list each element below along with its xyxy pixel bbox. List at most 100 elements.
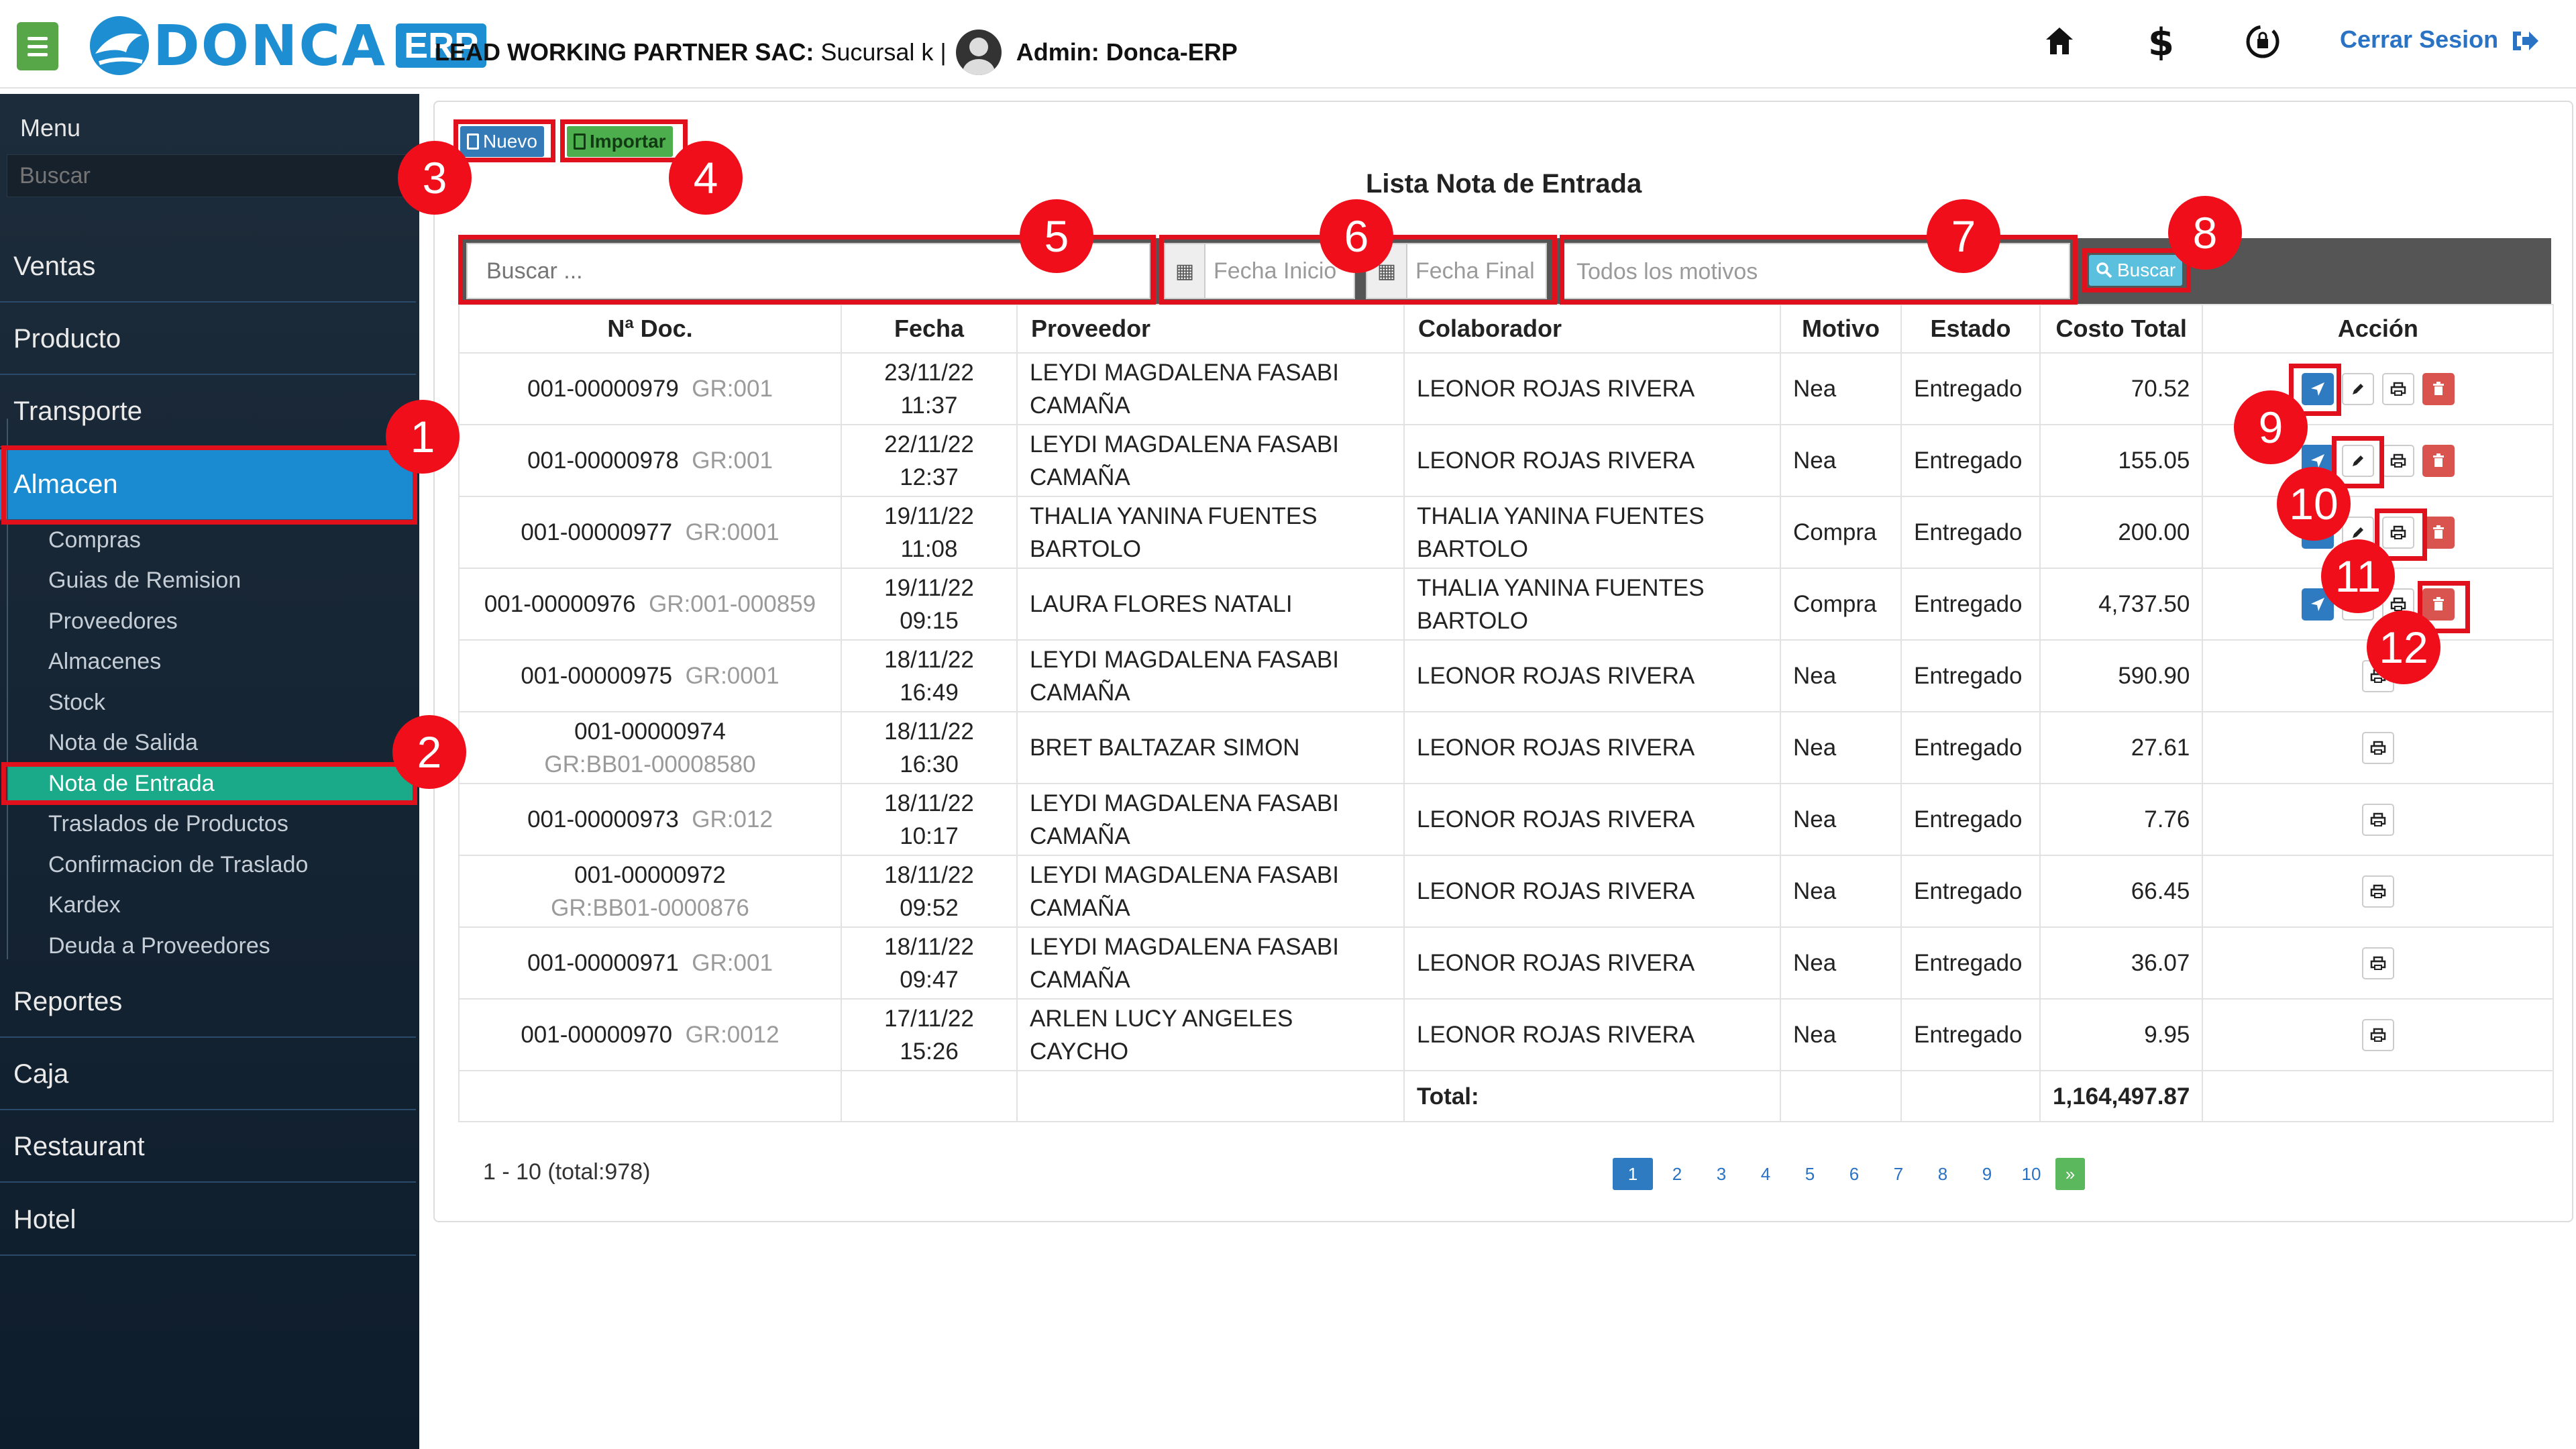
sidebar-search-input[interactable] [7, 154, 413, 197]
trash-icon[interactable] [2422, 444, 2455, 477]
print-icon[interactable] [2361, 1018, 2394, 1051]
col-header-fecha[interactable]: Fecha [841, 304, 1018, 354]
row-actions [2215, 875, 2540, 908]
page-button[interactable]: 3 [1701, 1158, 1741, 1190]
date: 19/11/22 [884, 574, 974, 601]
page-button[interactable]: 5 [1790, 1158, 1830, 1190]
sidebar-item-restaurant[interactable]: Restaurant [0, 1112, 416, 1183]
cell-costo-total: 590.90 [2039, 639, 2204, 712]
cell-proveedor: BRET BALTAZAR SIMON [1016, 711, 1405, 784]
table-row[interactable]: 001-00000974 GR:BB01-00008580 18/11/22 16:3… [458, 711, 2555, 784]
table-row[interactable]: 001-00000976 GR:001-000859 19/11/22 09:15 L… [458, 568, 2555, 641]
page-button[interactable]: 1 [1613, 1158, 1653, 1190]
cell-colaborador: LEONOR ROJAS RIVERA [1403, 711, 1781, 784]
next-page-button[interactable]: » [2055, 1158, 2085, 1190]
table-row[interactable]: 001-00000970 GR:0012 17/11/22 15:26 ARLEN L… [458, 998, 2555, 1071]
lock-refresh-icon[interactable] [2244, 23, 2282, 69]
submenu-stock[interactable]: Stock [48, 690, 105, 716]
page-button[interactable]: 7 [1878, 1158, 1919, 1190]
col-header-proveedor[interactable]: Proveedor [1016, 304, 1405, 354]
sidebar-item-hotel[interactable]: Hotel [0, 1185, 416, 1256]
cell-proveedor: LEYDI MAGDALENA FASABI CAMAÑA [1016, 783, 1405, 856]
avatar[interactable] [955, 30, 1002, 75]
table-row[interactable]: 001-00000975 GR:0001 18/11/22 16:49 LEYDI M… [458, 639, 2555, 712]
cell-fecha: 22/11/22 12:37 [841, 424, 1018, 497]
submenu-traslados[interactable]: Traslados de Productos [48, 811, 288, 837]
col-header-motivo[interactable]: Motivo [1780, 304, 1902, 354]
logout-label: Cerrar Sesion [2340, 25, 2499, 53]
cell-costo-total: 9.95 [2039, 998, 2204, 1071]
col-header-estado[interactable]: Estado [1900, 304, 2041, 354]
page-button[interactable]: 4 [1746, 1158, 1786, 1190]
cell-doc: 001-00000973 GR:012 [458, 783, 842, 856]
page-button[interactable]: 2 [1657, 1158, 1697, 1190]
cell-estado: Entregado [1900, 998, 2041, 1071]
sidebar-item-caja[interactable]: Caja [0, 1039, 416, 1110]
cell-costo-total: 66.45 [2039, 855, 2204, 928]
cell-estado: Entregado [1900, 855, 2041, 928]
col-header-colaborador[interactable]: Colaborador [1403, 304, 1781, 354]
print-icon[interactable] [2361, 803, 2394, 836]
cell-fecha: 18/11/22 16:30 [841, 711, 1018, 784]
submenu-proveedores[interactable]: Proveedores [48, 608, 178, 635]
doc-number: 001-00000976 [484, 591, 636, 617]
cell-fecha: 18/11/22 16:49 [841, 639, 1018, 712]
annotation-marker-12: 12 [2367, 610, 2440, 684]
cell-motivo: Nea [1780, 998, 1902, 1071]
cell-estado: Entregado [1900, 783, 2041, 856]
print-icon[interactable] [2361, 875, 2394, 908]
submenu-compras[interactable]: Compras [48, 527, 141, 553]
print-icon[interactable] [2381, 372, 2414, 405]
cell-doc: 001-00000974 GR:BB01-00008580 [458, 711, 842, 784]
page-button[interactable]: 10 [2011, 1158, 2051, 1190]
logout-button[interactable]: Cerrar Sesion [2340, 25, 2540, 54]
trash-icon[interactable] [2422, 516, 2455, 549]
table-row[interactable]: 001-00000972 GR:BB01-0000876 18/11/22 09:52… [458, 855, 2555, 928]
submenu-confirmacion-traslado[interactable]: Confirmacion de Traslado [48, 852, 308, 878]
date: 18/11/22 [884, 718, 974, 745]
cell-proveedor: THALIA YANINA FUENTES BARTOLO [1016, 496, 1405, 569]
submenu-guias-remision[interactable]: Guias de Remision [48, 568, 241, 594]
sidebar-item-ventas[interactable]: Ventas [0, 231, 416, 303]
time: 10:17 [900, 822, 959, 849]
dollar-icon[interactable]: $ [2147, 21, 2174, 69]
home-icon[interactable] [2045, 23, 2074, 66]
table-row[interactable]: 001-00000971 GR:001 18/11/22 09:47 LEYDI MA… [458, 926, 2555, 1000]
cell-doc: 001-00000971 GR:001 [458, 926, 842, 1000]
row-actions [2215, 803, 2540, 836]
submenu-nota-salida[interactable]: Nota de Salida [48, 730, 198, 756]
cell-accion [2202, 926, 2555, 1000]
doc-number: 001-00000978 [527, 447, 679, 474]
sidebar-item-reportes[interactable]: Reportes [0, 967, 416, 1038]
print-icon[interactable] [2361, 731, 2394, 764]
cell-estado: Entregado [1900, 424, 2041, 497]
time: 09:47 [900, 966, 959, 993]
cell-estado: Entregado [1900, 496, 2041, 569]
date: 23/11/22 [884, 359, 974, 386]
page-button[interactable]: 9 [1967, 1158, 2007, 1190]
trash-icon[interactable] [2422, 372, 2455, 405]
app-logo[interactable]: DONCA ERP [86, 13, 487, 78]
table-row[interactable]: 001-00000973 GR:012 18/11/22 10:17 LEYDI MA… [458, 783, 2555, 856]
annotation-marker-7: 7 [1927, 199, 2000, 273]
col-header-costo-total[interactable]: Costo Total [2039, 304, 2204, 354]
cell-doc: 001-00000977 GR:0001 [458, 496, 842, 569]
edit-pencil-icon[interactable] [2341, 372, 2374, 405]
dolphin-logo-icon [90, 15, 149, 75]
top-header: DONCA ERP LEAD WORKING PARTNER SAC: Sucu… [0, 0, 2576, 89]
page-button[interactable]: 8 [1923, 1158, 1963, 1190]
col-header-doc[interactable]: Nª Doc. [458, 304, 842, 354]
page-button[interactable]: 6 [1834, 1158, 1874, 1190]
sidebar-item-producto[interactable]: Producto [0, 304, 416, 375]
table-row[interactable]: 001-00000977 GR:0001 19/11/22 11:08 THALIA … [458, 496, 2555, 569]
submenu-almacenes[interactable]: Almacenes [48, 649, 161, 675]
cell-fecha: 18/11/22 09:52 [841, 855, 1018, 928]
hamburger-menu-button[interactable] [17, 22, 58, 70]
annotation-marker-8: 8 [2168, 196, 2242, 270]
submenu-kardex[interactable]: Kardex [48, 892, 121, 918]
submenu-deuda-proveedores[interactable]: Deuda a Proveedores [48, 933, 270, 959]
print-icon[interactable] [2381, 444, 2414, 477]
doc-number: 001-00000970 [521, 1022, 673, 1048]
print-icon[interactable] [2361, 947, 2394, 979]
cell-doc: 001-00000976 GR:001-000859 [458, 568, 842, 641]
